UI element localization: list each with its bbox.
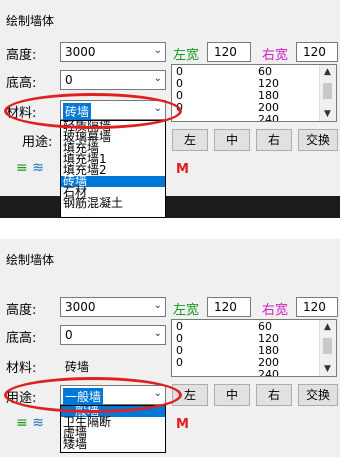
chevron-down-icon: ⌄ (153, 45, 162, 56)
wall-lines-icon[interactable]: ≡ (16, 415, 28, 431)
background-strip (0, 196, 340, 218)
chevron-down-icon: ⌄ (153, 73, 162, 84)
dialog-title: 绘制墙体 (6, 253, 55, 267)
red-letter: M (176, 162, 189, 177)
wall-arc-icon[interactable]: ≋ (32, 415, 44, 431)
right-width-label: 右宽 (262, 48, 289, 63)
scroll-up-icon[interactable]: ▲ (324, 67, 331, 77)
left-width-input[interactable]: 120 (207, 297, 251, 317)
align-right-button[interactable]: 右 (256, 129, 292, 151)
scroll-thumb[interactable] (323, 338, 332, 354)
chevron-down-icon: ⌄ (153, 328, 162, 339)
red-letter: M (176, 417, 189, 432)
right-width-label: 右宽 (262, 303, 289, 318)
usage-label: 用途: (22, 135, 53, 150)
height-combo[interactable]: 3000 ⌄ (60, 42, 166, 62)
chevron-down-icon: ⌄ (153, 300, 162, 311)
height-value: 3000 (65, 45, 96, 59)
highlight-ellipse (4, 93, 182, 129)
align-center-button[interactable]: 中 (214, 129, 250, 151)
left-width-input[interactable]: 120 (207, 42, 251, 62)
left-width-label: 左宽 (173, 48, 200, 63)
wall-lines-icon[interactable]: ≡ (16, 160, 28, 176)
wall-panel-material: 绘制墙体 高度: 3000 ⌄ 左宽 120 右宽 120 底高: 0 ⌄ 06… (0, 0, 340, 218)
dropdown-item[interactable]: 钢筋混凝土 (61, 197, 165, 209)
base-label: 底高: (6, 76, 37, 91)
height-label: 高度: (6, 303, 37, 318)
material-label: 材料: (6, 361, 37, 376)
align-right-button[interactable]: 右 (256, 384, 292, 406)
material-value: 砖墙 (65, 360, 90, 374)
scrollbar[interactable]: ▲ ▼ (319, 320, 336, 376)
base-label: 底高: (6, 331, 37, 346)
height-combo[interactable]: 3000 ⌄ (60, 297, 166, 317)
right-width-input[interactable]: 120 (296, 297, 338, 317)
base-value: 0 (65, 73, 73, 87)
left-width-label: 左宽 (173, 303, 200, 318)
scrollbar[interactable]: ▲ ▼ (319, 65, 336, 121)
height-label: 高度: (6, 48, 37, 63)
height-value: 3000 (65, 300, 96, 314)
dropdown-item[interactable]: 矮墙 (61, 438, 165, 450)
dialog-title: 绘制墙体 (6, 14, 55, 28)
align-center-button[interactable]: 中 (214, 384, 250, 406)
base-combo[interactable]: 0 ⌄ (60, 325, 166, 345)
align-left-button[interactable]: 左 (172, 129, 208, 151)
scroll-down-icon[interactable]: ▼ (324, 109, 331, 119)
width-listbox[interactable]: 0 60 0 120 0 180 0 200 240 ▲ ▼ (171, 64, 337, 122)
highlight-ellipse (4, 377, 182, 413)
wall-panel-usage: 绘制墙体 高度: 3000 ⌄ 左宽 120 右宽 120 底高: 0 ⌄ 06… (0, 239, 340, 457)
base-combo[interactable]: 0 ⌄ (60, 70, 166, 90)
swap-button[interactable]: 交换 (298, 129, 338, 151)
base-value: 0 (65, 328, 73, 342)
width-listbox[interactable]: 0 60 0 120 0 180 0 200 240 ▲ ▼ (171, 319, 337, 377)
scroll-thumb[interactable] (323, 83, 332, 99)
scroll-up-icon[interactable]: ▲ (324, 322, 331, 332)
wall-arc-icon[interactable]: ≋ (32, 160, 44, 176)
material-combo[interactable]: 砖墙 (60, 355, 166, 375)
scroll-down-icon[interactable]: ▼ (324, 364, 331, 374)
swap-button[interactable]: 交换 (298, 384, 338, 406)
right-width-input[interactable]: 120 (296, 42, 338, 62)
material-dropdown-list[interactable]: 轻质隔墙 玻璃幕墙 填充墙 填充墙1 填充墙2 砖墙 石材 钢筋混凝土 (60, 120, 166, 218)
